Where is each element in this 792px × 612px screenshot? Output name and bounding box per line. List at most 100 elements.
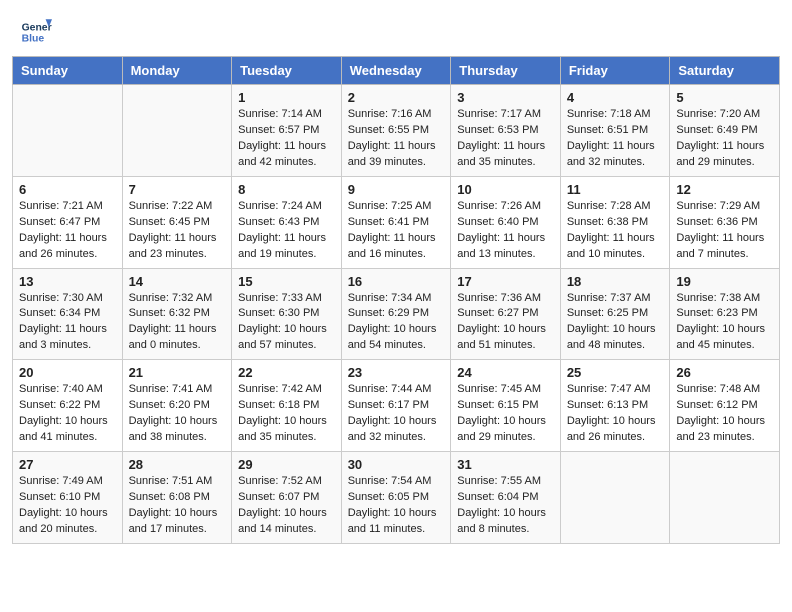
day-info: Sunrise: 7:18 AMSunset: 6:51 PMDaylight:… [567,107,664,171]
calendar-day-cell: 2 Sunrise: 7:16 AMSunset: 6:55 PMDaylight… [341,85,451,177]
day-number: 11 [567,182,664,197]
day-info: Sunrise: 7:32 AMSunset: 6:32 PMDaylight:… [129,291,226,355]
calendar-day-cell: 10Sunrise: 7:26 AMSunset: 6:40 PMDayligh… [451,176,561,268]
calendar-day-cell [670,452,780,544]
day-of-week-header: Wednesday [341,57,451,85]
day-number: 21 [129,365,226,380]
day-number: 15 [238,274,335,289]
calendar-day-cell [13,85,123,177]
calendar-body: 1 Sunrise: 7:14 AMSunset: 6:57 PMDaylight… [13,85,780,544]
calendar-day-cell: 19 Sunrise: 7:38 AMSunset: 6:23 PMDayligh… [670,268,780,360]
day-info: Sunrise: 7:22 AMSunset: 6:45 PMDaylight:… [129,199,226,263]
day-number: 25 [567,365,664,380]
calendar-day-cell: 29Sunrise: 7:52 AMSunset: 6:07 PMDayligh… [232,452,342,544]
page-header: General Blue [0,0,792,56]
day-info: Sunrise: 7:40 AMSunset: 6:22 PMDaylight:… [19,382,116,446]
day-info: Sunrise: 7:30 AMSunset: 6:34 PMDaylight:… [19,291,116,355]
svg-text:General: General [22,22,52,33]
day-info: Sunrise: 7:36 AMSunset: 6:27 PMDaylight:… [457,291,554,355]
calendar-day-cell: 31 Sunrise: 7:55 AMSunset: 6:04 PMDayligh… [451,452,561,544]
day-number: 1 [238,90,335,105]
day-info: Sunrise: 7:51 AMSunset: 6:08 PMDaylight:… [129,474,226,538]
day-info: Sunrise: 7:55 AMSunset: 6:04 PMDaylight:… [457,474,554,538]
day-number: 16 [348,274,445,289]
calendar-day-cell: 7 Sunrise: 7:22 AMSunset: 6:45 PMDaylight… [122,176,232,268]
calendar-table: SundayMondayTuesdayWednesdayThursdayFrid… [12,56,780,544]
day-info: Sunrise: 7:28 AMSunset: 6:38 PMDaylight:… [567,199,664,263]
calendar-day-cell: 20 Sunrise: 7:40 AMSunset: 6:22 PMDayligh… [13,360,123,452]
day-info: Sunrise: 7:29 AMSunset: 6:36 PMDaylight:… [676,199,773,263]
day-info: Sunrise: 7:33 AMSunset: 6:30 PMDaylight:… [238,291,335,355]
day-info: Sunrise: 7:14 AMSunset: 6:57 PMDaylight:… [238,107,335,171]
calendar-day-cell: 8Sunrise: 7:24 AMSunset: 6:43 PMDaylight… [232,176,342,268]
calendar-day-cell: 25 Sunrise: 7:47 AMSunset: 6:13 PMDayligh… [560,360,670,452]
calendar-day-cell: 17 Sunrise: 7:36 AMSunset: 6:27 PMDayligh… [451,268,561,360]
day-info: Sunrise: 7:45 AMSunset: 6:15 PMDaylight:… [457,382,554,446]
day-number: 20 [19,365,116,380]
day-number: 27 [19,457,116,472]
day-info: Sunrise: 7:47 AMSunset: 6:13 PMDaylight:… [567,382,664,446]
calendar-week-row: 1 Sunrise: 7:14 AMSunset: 6:57 PMDaylight… [13,85,780,177]
day-info: Sunrise: 7:37 AMSunset: 6:25 PMDaylight:… [567,291,664,355]
day-info: Sunrise: 7:20 AMSunset: 6:49 PMDaylight:… [676,107,773,171]
calendar-day-cell: 5 Sunrise: 7:20 AMSunset: 6:49 PMDaylight… [670,85,780,177]
day-info: Sunrise: 7:49 AMSunset: 6:10 PMDaylight:… [19,474,116,538]
calendar-day-cell: 3 Sunrise: 7:17 AMSunset: 6:53 PMDaylight… [451,85,561,177]
logo: General Blue [20,16,56,48]
calendar-day-cell: 1 Sunrise: 7:14 AMSunset: 6:57 PMDaylight… [232,85,342,177]
day-number: 19 [676,274,773,289]
day-number: 23 [348,365,445,380]
day-of-week-header: Sunday [13,57,123,85]
calendar-week-row: 6Sunrise: 7:21 AMSunset: 6:47 PMDaylight… [13,176,780,268]
day-number: 2 [348,90,445,105]
calendar-day-cell: 6Sunrise: 7:21 AMSunset: 6:47 PMDaylight… [13,176,123,268]
day-number: 28 [129,457,226,472]
calendar-day-cell: 9Sunrise: 7:25 AMSunset: 6:41 PMDaylight… [341,176,451,268]
day-number: 5 [676,90,773,105]
calendar-day-cell [122,85,232,177]
calendar-day-cell: 24 Sunrise: 7:45 AMSunset: 6:15 PMDayligh… [451,360,561,452]
calendar-week-row: 13 Sunrise: 7:30 AMSunset: 6:34 PMDayligh… [13,268,780,360]
day-of-week-header: Monday [122,57,232,85]
day-info: Sunrise: 7:34 AMSunset: 6:29 PMDaylight:… [348,291,445,355]
day-number: 31 [457,457,554,472]
day-number: 17 [457,274,554,289]
calendar-day-cell: 13 Sunrise: 7:30 AMSunset: 6:34 PMDayligh… [13,268,123,360]
day-of-week-header: Friday [560,57,670,85]
svg-text:Blue: Blue [22,34,45,45]
calendar-week-row: 27 Sunrise: 7:49 AMSunset: 6:10 PMDayligh… [13,452,780,544]
day-info: Sunrise: 7:44 AMSunset: 6:17 PMDaylight:… [348,382,445,446]
calendar-day-cell: 16 Sunrise: 7:34 AMSunset: 6:29 PMDayligh… [341,268,451,360]
calendar-week-row: 20 Sunrise: 7:40 AMSunset: 6:22 PMDayligh… [13,360,780,452]
calendar-day-cell: 12 Sunrise: 7:29 AMSunset: 6:36 PMDayligh… [670,176,780,268]
day-of-week-header: Saturday [670,57,780,85]
calendar-day-cell: 11 Sunrise: 7:28 AMSunset: 6:38 PMDayligh… [560,176,670,268]
day-info: Sunrise: 7:24 AMSunset: 6:43 PMDaylight:… [238,199,335,263]
day-number: 3 [457,90,554,105]
calendar-day-cell [560,452,670,544]
calendar-wrapper: SundayMondayTuesdayWednesdayThursdayFrid… [0,56,792,556]
calendar-day-cell: 26 Sunrise: 7:48 AMSunset: 6:12 PMDayligh… [670,360,780,452]
day-number: 9 [348,182,445,197]
day-info: Sunrise: 7:42 AMSunset: 6:18 PMDaylight:… [238,382,335,446]
calendar-day-cell: 14 Sunrise: 7:32 AMSunset: 6:32 PMDayligh… [122,268,232,360]
day-number: 14 [129,274,226,289]
day-info: Sunrise: 7:17 AMSunset: 6:53 PMDaylight:… [457,107,554,171]
day-of-week-header: Tuesday [232,57,342,85]
day-number: 13 [19,274,116,289]
day-number: 24 [457,365,554,380]
day-info: Sunrise: 7:38 AMSunset: 6:23 PMDaylight:… [676,291,773,355]
day-number: 26 [676,365,773,380]
day-info: Sunrise: 7:48 AMSunset: 6:12 PMDaylight:… [676,382,773,446]
calendar-day-cell: 22 Sunrise: 7:42 AMSunset: 6:18 PMDayligh… [232,360,342,452]
day-number: 30 [348,457,445,472]
day-number: 22 [238,365,335,380]
calendar-header-row: SundayMondayTuesdayWednesdayThursdayFrid… [13,57,780,85]
calendar-day-cell: 15 Sunrise: 7:33 AMSunset: 6:30 PMDayligh… [232,268,342,360]
day-number: 7 [129,182,226,197]
day-info: Sunrise: 7:54 AMSunset: 6:05 PMDaylight:… [348,474,445,538]
day-number: 12 [676,182,773,197]
day-info: Sunrise: 7:16 AMSunset: 6:55 PMDaylight:… [348,107,445,171]
day-info: Sunrise: 7:26 AMSunset: 6:40 PMDaylight:… [457,199,554,263]
calendar-day-cell: 23 Sunrise: 7:44 AMSunset: 6:17 PMDayligh… [341,360,451,452]
